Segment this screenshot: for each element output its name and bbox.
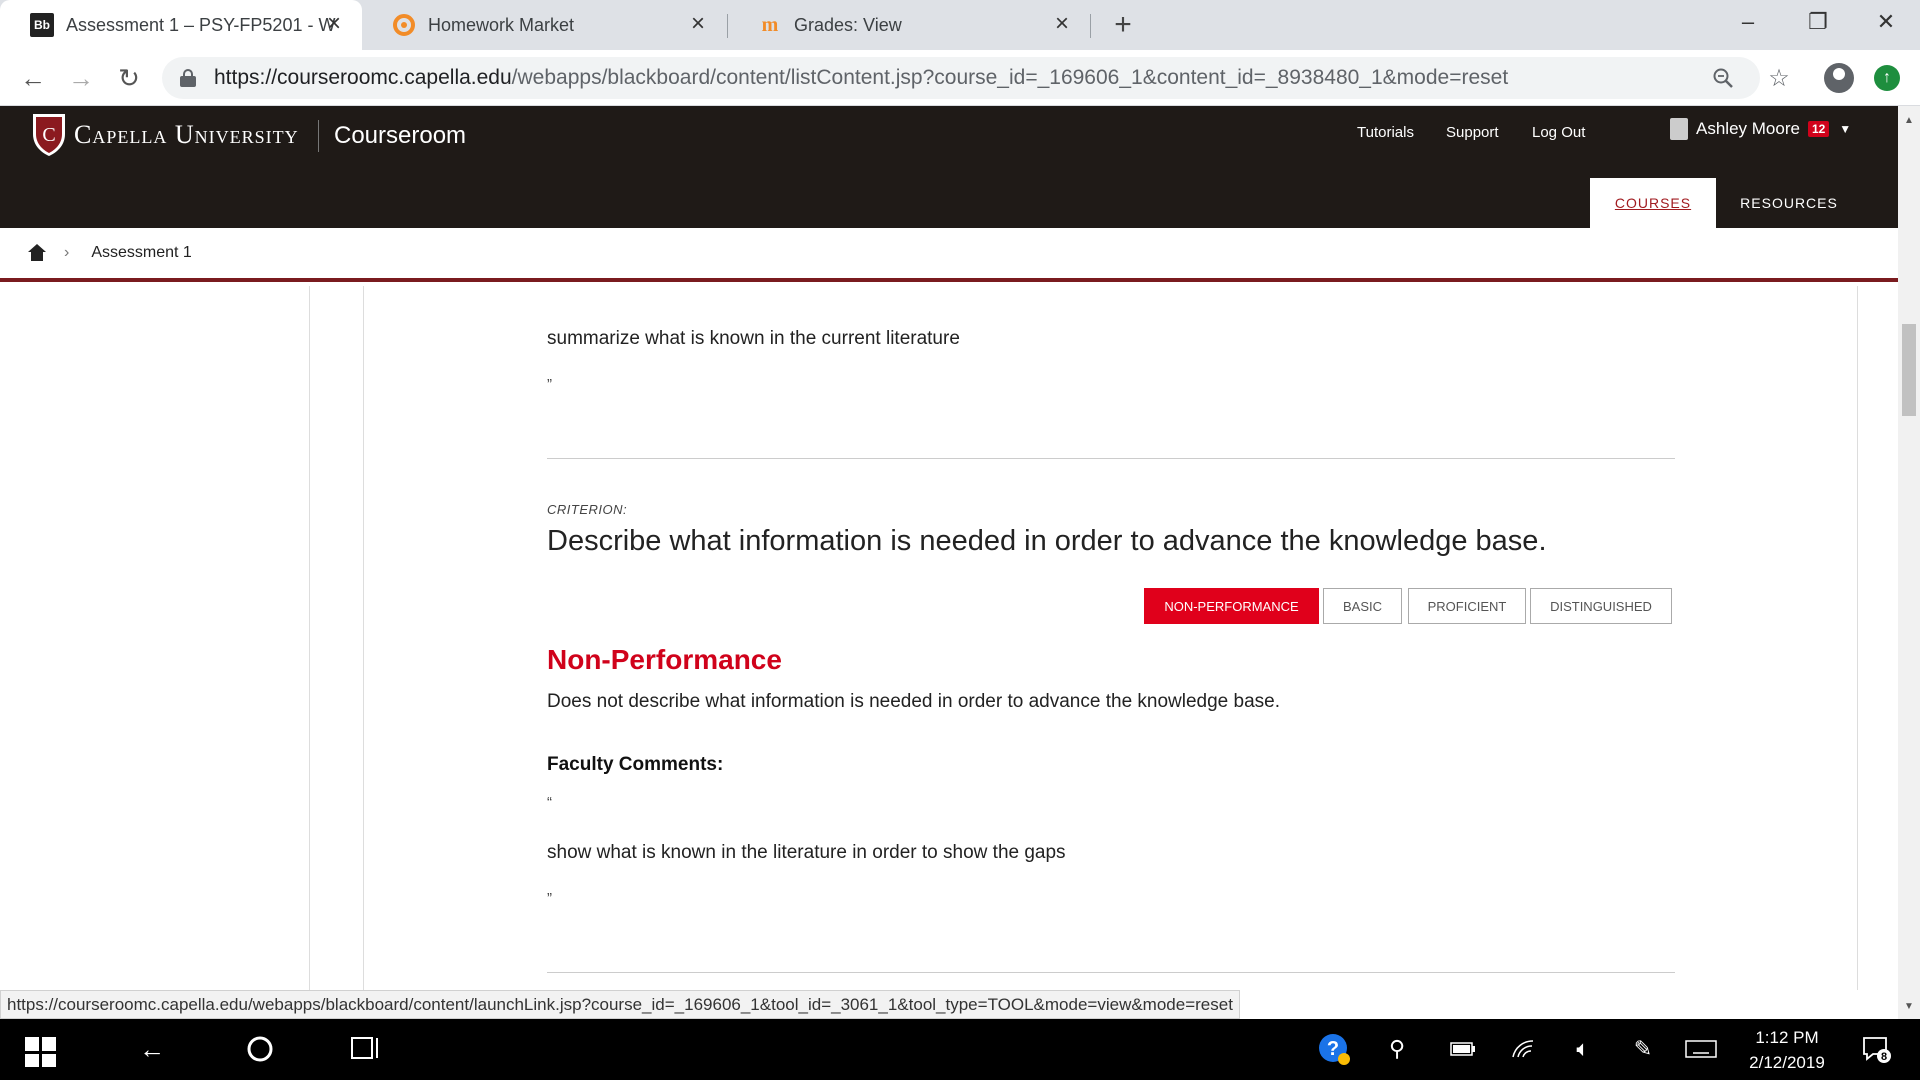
scroll-thumb[interactable] <box>1902 324 1916 416</box>
main-content: “ summarize what is known in the current… <box>0 286 1898 990</box>
people-icon[interactable]: ⚲ <box>1382 1031 1412 1067</box>
profile-avatar-icon[interactable] <box>1824 63 1854 93</box>
back-icon[interactable]: ← <box>16 61 50 95</box>
criterion-title: Describe what information is needed in o… <box>547 525 1547 557</box>
bookmark-star-icon[interactable]: ☆ <box>1766 65 1792 92</box>
close-tab-icon[interactable]: × <box>1050 10 1074 37</box>
address-bar[interactable]: https://courseroomc.capella.edu/webapps/… <box>162 57 1790 99</box>
tab-grades-view[interactable]: m Grades: View × <box>728 0 1090 50</box>
svg-text:8: 8 <box>1881 1051 1887 1063</box>
brand-name[interactable]: Capella University <box>74 120 299 150</box>
section-divider <box>547 458 1675 459</box>
clock-date: 2/12/2019 <box>1749 1053 1825 1072</box>
cortana-icon[interactable] <box>242 1031 278 1067</box>
tab-assessment[interactable]: Bb Assessment 1 – PSY-FP5201 - Wi × <box>0 0 362 50</box>
scroll-up-icon[interactable]: ▲ <box>1898 110 1920 130</box>
tab-resources[interactable]: RESOURCES <box>1726 178 1852 228</box>
tab-homework-market[interactable]: Homework Market × <box>362 0 726 50</box>
rating-basic[interactable]: BASIC <box>1323 588 1402 624</box>
faculty-comment: show what is known in the literature in … <box>547 842 1066 863</box>
caret-down-icon: ▼ <box>1839 122 1852 136</box>
minimize-icon[interactable]: – <box>1720 0 1776 44</box>
tab-courses[interactable]: COURSES <box>1590 178 1716 228</box>
url-text: https://courseroomc.capella.edu/webapps/… <box>214 66 1509 89</box>
close-tab-icon[interactable]: × <box>686 10 710 37</box>
faculty-comments-heading: Faculty Comments: <box>547 754 724 775</box>
breadcrumb: › Assessment 1 <box>0 228 1898 282</box>
restore-icon[interactable]: ❐ <box>1790 0 1846 44</box>
previous-faculty-comment: summarize what is known in the current l… <box>547 328 960 349</box>
user-menu[interactable]: Ashley Moore 12 ▼ <box>1670 118 1851 140</box>
lock-icon <box>180 69 196 87</box>
blackboard-favicon-icon: Bb <box>30 13 54 37</box>
m-favicon-icon: m <box>761 13 779 36</box>
home-icon[interactable] <box>28 244 46 262</box>
back-arrow-icon[interactable]: ← <box>132 1031 172 1067</box>
pen-icon[interactable]: ✎ <box>1628 1031 1658 1067</box>
column-divider <box>1857 286 1858 990</box>
section-divider <box>547 972 1675 973</box>
tab-title: Grades: View <box>794 14 902 35</box>
forward-icon[interactable]: → <box>64 61 98 95</box>
open-quote: “ <box>547 794 552 811</box>
volume-icon[interactable]: 🔈︎ <box>1568 1031 1598 1067</box>
close-tab-icon[interactable]: × <box>322 10 346 37</box>
open-quote: “ <box>547 286 552 295</box>
user-name: Ashley Moore <box>1696 119 1800 138</box>
nav-link-tutorials[interactable]: Tutorials <box>1357 124 1414 141</box>
nav-link-support[interactable]: Support <box>1446 124 1499 141</box>
close-quote: ” <box>547 890 552 907</box>
homework-market-favicon-icon <box>392 13 416 37</box>
svg-text:?: ? <box>1327 1038 1339 1060</box>
breadcrumb-item-assessment[interactable]: Assessment 1 <box>91 244 191 262</box>
close-window-icon[interactable]: ✕ <box>1858 0 1914 44</box>
level-title: Non-Performance <box>547 644 782 675</box>
tab-title: Assessment 1 – PSY-FP5201 - Wi <box>66 14 336 35</box>
rating-non-performance[interactable]: NON-PERFORMANCE <box>1144 588 1319 624</box>
rating-distinguished[interactable]: DISTINGUISHED <box>1530 588 1672 624</box>
windows-start-icon[interactable] <box>25 1037 57 1067</box>
tab-separator <box>1090 14 1091 38</box>
status-bar-url: https://courseroomc.capella.edu/webapps/… <box>0 990 1240 1019</box>
user-avatar-icon <box>1670 118 1688 140</box>
capella-crest-icon[interactable]: C <box>30 112 68 158</box>
notification-badge: 12 <box>1807 121 1830 137</box>
clock-time: 1:12 PM <box>1755 1028 1819 1047</box>
browser-toolbar: ← → ↻ https://courseroomc.capella.edu/we… <box>0 50 1920 106</box>
level-description: Does not describe what information is ne… <box>547 691 1281 712</box>
tab-title: Homework Market <box>428 14 575 35</box>
task-view-icon[interactable] <box>348 1031 382 1067</box>
page-scrollbar[interactable]: ▲ ▼ <box>1898 106 1920 1019</box>
zoom-icon[interactable] <box>1710 65 1736 91</box>
site-header: C Capella University Courseroom Tutorial… <box>0 106 1898 228</box>
update-icon[interactable]: ↑ <box>1874 65 1900 91</box>
column-divider <box>309 286 310 990</box>
column-divider <box>363 286 364 990</box>
action-center-icon[interactable]: 8 <box>1858 1031 1894 1067</box>
battery-icon[interactable] <box>1448 1031 1478 1067</box>
browser-tab-strip: Bb Assessment 1 – PSY-FP5201 - Wi × Home… <box>0 0 1920 50</box>
chevron-right-icon: › <box>64 244 70 261</box>
close-quote: ” <box>547 376 552 393</box>
svg-text:C: C <box>42 124 55 146</box>
brand-divider <box>318 120 319 152</box>
wifi-icon[interactable] <box>1508 1031 1538 1067</box>
help-icon[interactable]: ? <box>1316 1031 1352 1067</box>
app-name[interactable]: Courseroom <box>334 122 466 150</box>
windows-taskbar: ← ? ⚲ 🔈︎ ✎ 1:12 PM 2/12/2019 8 <box>0 1019 1920 1080</box>
criterion-label: CRITERION: <box>547 502 628 517</box>
keyboard-icon[interactable] <box>1684 1031 1718 1067</box>
reload-icon[interactable]: ↻ <box>112 61 146 95</box>
system-clock[interactable]: 1:12 PM 2/12/2019 <box>1732 1025 1842 1075</box>
new-tab-icon[interactable]: + <box>1106 8 1140 42</box>
rating-proficient[interactable]: PROFICIENT <box>1408 588 1526 624</box>
scroll-down-icon[interactable]: ▼ <box>1898 996 1920 1016</box>
nav-link-logout[interactable]: Log Out <box>1532 124 1585 141</box>
